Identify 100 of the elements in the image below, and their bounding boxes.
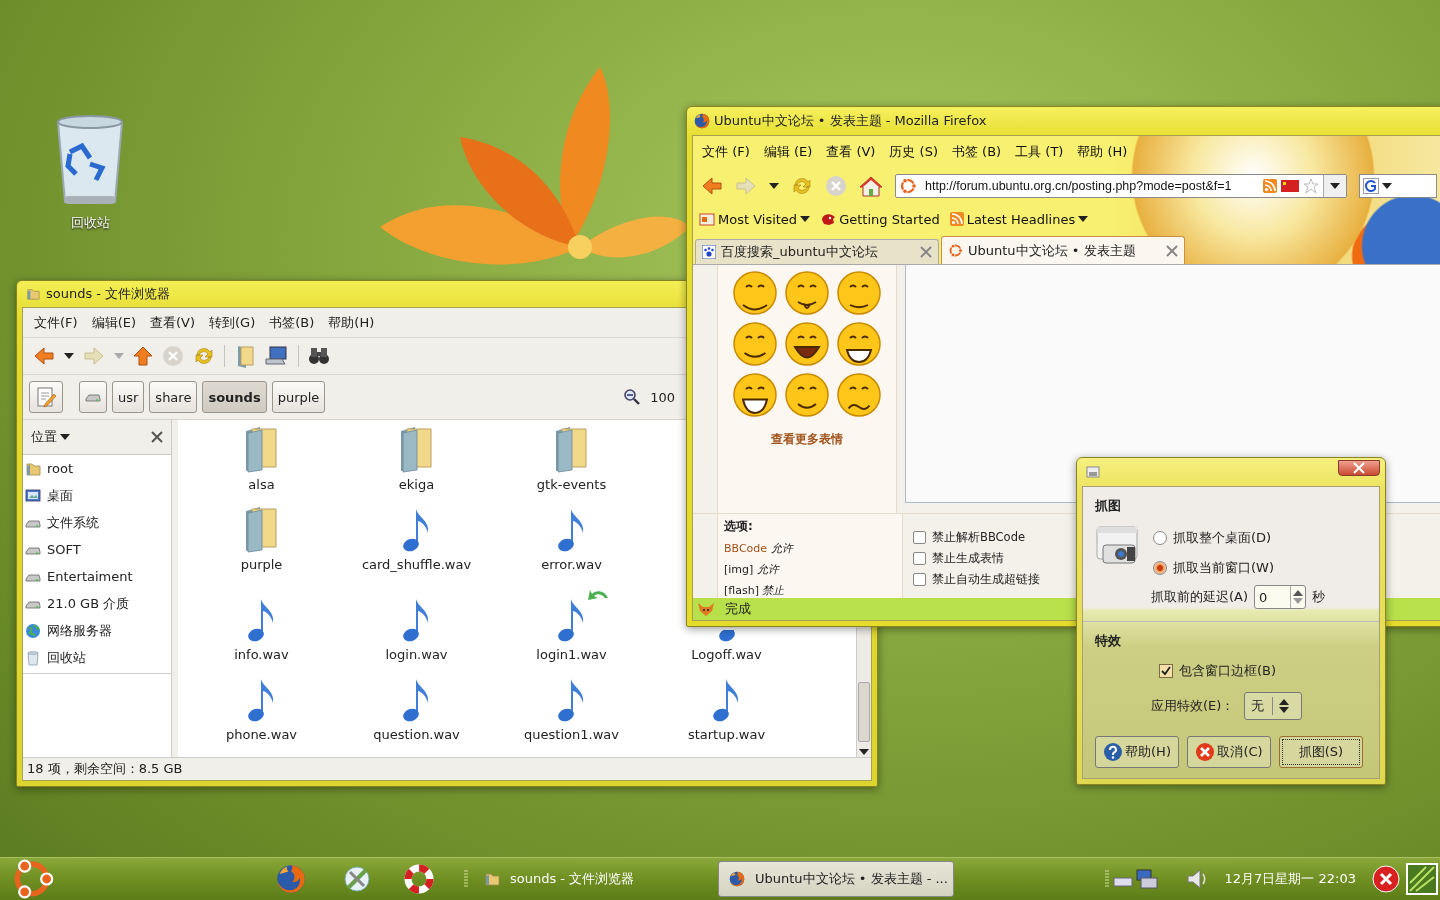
launcher-button[interactable] (342, 864, 372, 894)
scrollbar[interactable] (856, 628, 871, 757)
sidebar-item[interactable]: 文件系统 (23, 509, 171, 536)
reload-icon (791, 175, 813, 197)
drag-handle-icon (1104, 870, 1109, 888)
radio-option[interactable]: 抓取当前窗口(W) (1153, 559, 1274, 577)
sidebar-item[interactable]: 网络服务器 (23, 617, 171, 644)
lifebuoy-icon (404, 864, 434, 894)
dialog-button[interactable]: 抓图(S) (1279, 736, 1363, 768)
caret-icon (1279, 707, 1290, 713)
menu-item[interactable]: 编辑 (E) (756, 143, 820, 161)
drive-button[interactable] (79, 381, 107, 413)
globe-icon (25, 622, 41, 639)
file-item[interactable]: card_shuffle.wav (339, 498, 494, 578)
checkbox-option[interactable]: 包含窗口边框(B) (1159, 662, 1367, 680)
radio-button[interactable] (1153, 561, 1167, 575)
file-item[interactable]: ekiga (339, 420, 494, 498)
file-item[interactable]: phone.wav (184, 668, 339, 748)
radio-option[interactable]: 抓取整个桌面(D) (1153, 529, 1274, 547)
caret-icon (1381, 183, 1392, 189)
path-button[interactable]: share (149, 381, 198, 413)
checkbox[interactable] (913, 531, 926, 544)
cancel-icon (1195, 742, 1216, 762)
caret-icon (1293, 590, 1304, 596)
checkbox-option[interactable]: 禁止生成表情 (913, 551, 1040, 566)
search-field[interactable] (1358, 174, 1437, 198)
firefox-logo-icon (694, 113, 710, 129)
sidebar-item[interactable]: SOFT (23, 536, 171, 563)
sidebar-item[interactable]: 回收站 (23, 644, 171, 671)
browser-tab[interactable]: Ubuntu中文论坛 • 发表主题 (941, 236, 1185, 264)
file-item[interactable]: error.wav (494, 498, 649, 578)
reload-icon (193, 345, 215, 367)
menu-item[interactable]: 书签(B) (262, 312, 322, 334)
file-item[interactable]: login1.wav (494, 578, 649, 668)
file-item[interactable]: question.wav (339, 668, 494, 748)
sidebar-item[interactable]: Entertaiment (23, 563, 171, 590)
close-button[interactable] (1338, 460, 1380, 476)
path-button[interactable]: sounds (202, 381, 267, 413)
file-item[interactable]: question1.wav (494, 668, 649, 748)
file-item[interactable]: alsa (184, 420, 339, 498)
menu-item[interactable]: 文件 (F) (695, 143, 757, 161)
caret-icon (769, 183, 779, 189)
taskbar-item[interactable]: sounds - 文件浏览器 (474, 861, 710, 897)
caret-icon (64, 353, 74, 359)
scrollbar-thumb[interactable] (858, 682, 870, 742)
sidebar-item[interactable]: 21.0 GB 介质 (23, 590, 171, 617)
menu-item[interactable]: 查看 (V) (819, 143, 883, 161)
menu-item[interactable]: 转到(G) (202, 312, 263, 334)
file-item[interactable]: Logoff.wav (649, 630, 804, 668)
caret-icon (859, 749, 869, 755)
sidebar-item[interactable]: 桌面 (23, 482, 171, 509)
taskbar-item[interactable]: Ubuntu中文论坛 • 发表主题 - ... (718, 861, 954, 897)
menu-item[interactable]: 帮助 (H) (1070, 143, 1135, 161)
file-item[interactable]: login.wav (339, 578, 494, 668)
smiley-icon (835, 371, 883, 419)
menu-item[interactable]: 查看(V) (143, 312, 203, 334)
sidebar-item[interactable]: root (23, 455, 171, 482)
file-item[interactable]: startup.wav (649, 668, 804, 748)
address-bar[interactable]: http://forum.ubuntu.org.cn/posting.php?mode=post&f=1 (895, 174, 1347, 198)
browser-tab[interactable]: 百度搜索_ubuntu中文论坛 (695, 239, 939, 264)
edit-location-button[interactable] (29, 381, 63, 413)
trash-can-icon (25, 649, 41, 666)
checkbox-option[interactable]: 禁止解析BBCode (913, 530, 1040, 545)
file-item[interactable]: info.wav (184, 578, 339, 668)
checkbox-option[interactable]: 禁止自动生成超链接 (913, 572, 1040, 587)
close-icon (920, 246, 932, 258)
zoom-icon (623, 388, 642, 406)
menu-item[interactable]: 文件(F) (27, 312, 85, 334)
option-text: BBCode 允许 (724, 541, 795, 556)
places-dropdown[interactable]: 位置 (31, 428, 70, 446)
logout-button[interactable] (1372, 865, 1400, 893)
dialog-button[interactable]: 取消(C) (1187, 736, 1271, 768)
path-button[interactable]: usr (112, 381, 145, 413)
camera-icon (1095, 523, 1141, 567)
firefox-logo-icon (276, 864, 306, 894)
path-button[interactable]: purple (271, 381, 326, 413)
checkbox[interactable] (913, 573, 926, 586)
menu-item[interactable]: 历史 (S) (882, 143, 945, 161)
checkbox[interactable] (913, 552, 926, 565)
smiley-icon (731, 269, 779, 317)
file-item[interactable]: purple (184, 498, 339, 578)
launcher-button[interactable] (276, 864, 306, 894)
checkbox[interactable] (1159, 664, 1173, 678)
paw-icon (702, 245, 716, 259)
more-smilies-link[interactable]: 查看更多表情 (771, 431, 843, 448)
bookmark[interactable]: Getting Started (818, 211, 942, 227)
launcher-button[interactable] (404, 864, 434, 894)
menu-item[interactable]: 工具 (T) (1008, 143, 1071, 161)
bookmark[interactable]: Latest Headlines (947, 211, 1091, 227)
radio-button[interactable] (1153, 531, 1167, 545)
file-item[interactable]: gtk-events (494, 420, 649, 498)
menu-item[interactable]: 编辑(E) (84, 312, 143, 334)
menu-item[interactable]: 书签 (B) (944, 143, 1009, 161)
effect-dropdown[interactable]: 无 (1244, 692, 1303, 720)
close-button[interactable] (151, 431, 163, 443)
menu-item[interactable]: 帮助(H) (321, 312, 382, 334)
delay-spinner[interactable]: 0 (1254, 585, 1307, 609)
bookmark[interactable]: Most Visited (697, 211, 813, 227)
dialog-button[interactable]: 帮助(H) (1095, 736, 1179, 768)
up-arrow-icon (133, 346, 153, 366)
